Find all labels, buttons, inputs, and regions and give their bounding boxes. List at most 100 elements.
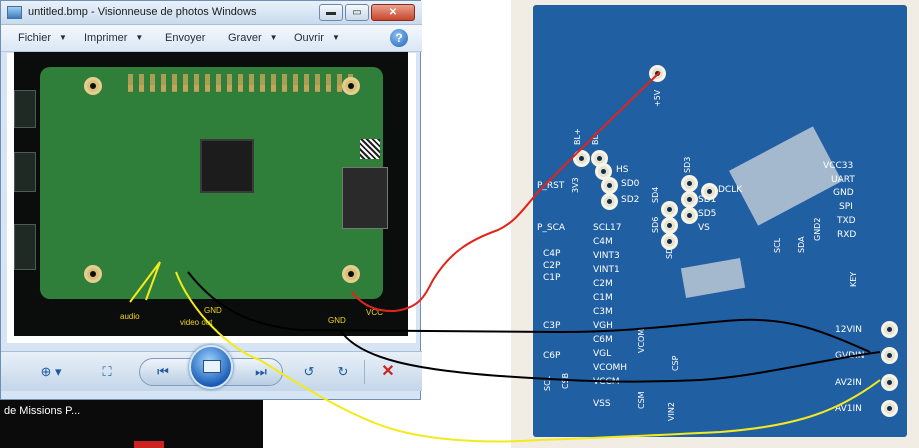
- title-bar[interactable]: untitled.bmp - Visionneuse de photos Win…: [1, 1, 422, 25]
- gnd-label-top: GND: [204, 306, 222, 315]
- menu-ouvrir[interactable]: Ouvrir ▼: [294, 32, 340, 44]
- menu-fichier[interactable]: Fichier ▼: [18, 32, 67, 44]
- slideshow-button[interactable]: [189, 345, 233, 389]
- pad-sd4: [661, 201, 678, 218]
- label-vcomh: VCOMH: [593, 363, 628, 373]
- mount-hole: [342, 77, 360, 95]
- label-c1p: C1P: [543, 273, 561, 283]
- label-vs: VS: [698, 223, 710, 233]
- label-p-sca: P_SCA: [537, 223, 566, 233]
- pad-av2in: [881, 374, 898, 391]
- pad-gvdin: [881, 347, 898, 364]
- pad-sd6: [661, 217, 678, 234]
- pad-av1in: [881, 400, 898, 417]
- chevron-down-icon: ▼: [269, 33, 278, 42]
- vcc-label: VCC: [366, 308, 383, 317]
- rotate-right-icon[interactable]: ↻: [333, 360, 353, 384]
- background-red-tab: [134, 441, 164, 448]
- label-c2m: C2M: [593, 279, 613, 289]
- label-scl-right: SCL: [773, 237, 782, 253]
- label-c4p: C4P: [543, 249, 561, 259]
- label-hs: HS: [616, 165, 629, 175]
- pad-bl-plus: [573, 150, 590, 167]
- label-key: KEY: [849, 271, 858, 287]
- mount-hole: [84, 265, 102, 283]
- label-c6p: C6P: [543, 351, 561, 361]
- label-gnd-right: GND: [833, 188, 854, 198]
- minimize-button[interactable]: ▬: [319, 4, 343, 21]
- label-plus5v: +5V: [653, 89, 662, 107]
- label-uart: UART: [831, 175, 855, 185]
- fit-window-icon[interactable]: ⛶: [97, 360, 117, 384]
- label-vint1: VINT1: [593, 265, 620, 275]
- label-c4m: C4M: [593, 237, 613, 247]
- driver-board: +5V BL+ BL- HS 3V3 SD0 SD2 SD3 SD1 SD5 V…: [533, 5, 907, 437]
- label-12vin: 12VIN: [835, 325, 862, 335]
- gpio-header-row2: [128, 85, 354, 91]
- close-button[interactable]: ✕: [371, 4, 415, 21]
- menu-ouvrir-label: Ouvrir: [294, 32, 324, 44]
- pad-sd1: [681, 191, 698, 208]
- label-gvdin: GVDIN: [835, 351, 865, 361]
- help-icon[interactable]: ?: [390, 29, 408, 47]
- label-vin2: VIN2: [667, 402, 676, 421]
- label-vgl: VGL: [593, 349, 612, 359]
- chevron-down-icon: ▼: [135, 33, 144, 42]
- label-sd6: SD6: [651, 216, 660, 233]
- label-vcom: VCOM: [637, 328, 646, 353]
- maximize-button[interactable]: ▭: [345, 4, 369, 21]
- label-bl-plus: BL+: [573, 128, 582, 145]
- magnifier-icon[interactable]: ⊕ ▾: [31, 360, 71, 384]
- sd-card-slot: [342, 167, 388, 229]
- label-av2in: AV2IN: [835, 378, 862, 388]
- rotate-left-icon[interactable]: ↺: [299, 360, 319, 384]
- next-icon[interactable]: ⏭: [249, 360, 273, 384]
- label-p-rst: P_RST: [537, 181, 565, 191]
- menu-bar: Fichier ▼ Imprimer ▼ Envoyer Graver ▼ Ouvri…: [1, 25, 422, 52]
- photo-viewer-app-icon: [7, 6, 22, 19]
- label-vint3: VINT3: [593, 251, 620, 261]
- screenshot-canvas: untitled.bmp - Visionneuse de photos Win…: [0, 0, 919, 448]
- raspberry-pi-photo: audio video out GND GND VCC: [14, 52, 408, 336]
- ethernet-connector: [14, 224, 36, 270]
- label-c2p: C2P: [543, 261, 561, 271]
- usb-connector: [14, 90, 36, 128]
- label-sd3: SD3: [683, 156, 692, 173]
- label-sd4: SD4: [651, 186, 660, 203]
- mount-hole: [342, 265, 360, 283]
- driver-board-photo: +5V BL+ BL- HS 3V3 SD0 SD2 SD3 SD1 SD5 V…: [511, 0, 919, 448]
- label-vcc33: VCC33: [823, 161, 854, 171]
- tape-patch: [680, 258, 746, 298]
- background-window-text[interactable]: de Missions P...: [4, 405, 80, 417]
- label-csm: CSM: [637, 391, 646, 409]
- slideshow-icon: [203, 360, 221, 373]
- label-3v3: 3V3: [571, 177, 580, 193]
- label-spi: SPI: [839, 202, 853, 212]
- label-vss: VSS: [593, 399, 611, 409]
- raspberry-pi-board: [40, 67, 388, 299]
- pad-sd2: [601, 193, 618, 210]
- previous-icon[interactable]: ⏮: [151, 360, 175, 384]
- menu-envoyer[interactable]: Envoyer: [165, 32, 205, 44]
- chevron-down-icon: ▼: [331, 33, 340, 42]
- label-sda: SDA: [797, 236, 806, 253]
- menu-imprimer-label: Imprimer: [84, 32, 128, 44]
- label-c1m: C1M: [593, 293, 613, 303]
- delete-icon[interactable]: ✕: [378, 360, 398, 384]
- usb-connector: [14, 152, 36, 192]
- audio-label: audio: [120, 312, 140, 321]
- menu-fichier-label: Fichier: [18, 32, 52, 44]
- label-rxd: RXD: [837, 230, 857, 240]
- label-txd: TXD: [837, 216, 856, 226]
- label-vgh: VGH: [593, 321, 613, 331]
- label-vccm: VCCM: [593, 377, 620, 387]
- chevron-down-icon: ▼: [59, 33, 67, 42]
- label-dclk: DCLK: [718, 185, 743, 195]
- label-csp: CSP: [671, 355, 680, 372]
- pad-sd0: [601, 177, 618, 194]
- menu-imprimer[interactable]: Imprimer ▼: [84, 32, 143, 44]
- label-gnd2: GND2: [813, 217, 822, 241]
- menu-graver[interactable]: Graver ▼: [228, 32, 278, 44]
- pad-sd5: [681, 207, 698, 224]
- pad-sd7: [661, 233, 678, 250]
